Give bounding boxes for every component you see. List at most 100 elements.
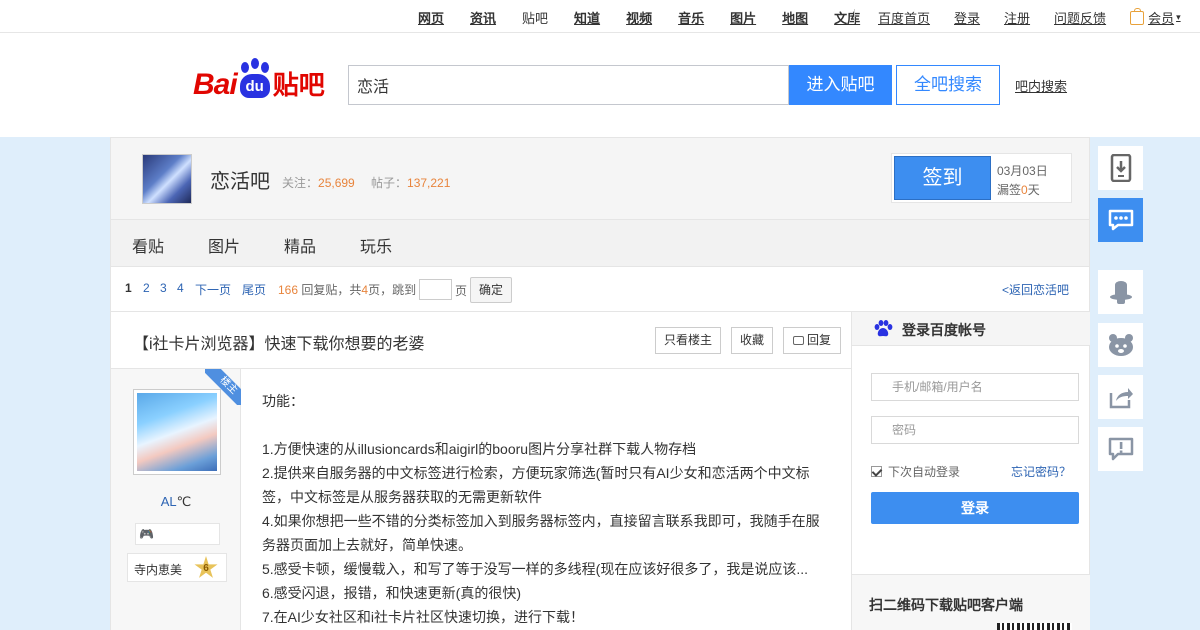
- miss-count: 0: [1021, 183, 1028, 197]
- remember-me[interactable]: 下次自动登录: [871, 463, 960, 480]
- follow-stat: 关注：25,699: [282, 174, 355, 191]
- page-unit: 页: [455, 284, 468, 298]
- post-container: 【i社卡片浏览器】快速下载你想要的老婆 只看楼主 收藏 回复 楼主 AL℃ 🎮 …: [110, 312, 851, 630]
- qr-download-area: 扫二维码下载贴吧客户端: [852, 574, 1090, 630]
- hat-icon: [1109, 281, 1132, 304]
- search-header: Bai du 贴吧 进入贴吧 全吧搜索 吧内搜索: [0, 34, 1200, 137]
- nav-divider: [854, 9, 855, 23]
- page-link-4[interactable]: 4: [177, 281, 184, 295]
- login-header: 登录百度帐号: [852, 312, 1090, 346]
- forum-name[interactable]: 恋活吧: [210, 165, 270, 194]
- message-button[interactable]: [1098, 198, 1143, 242]
- user-level[interactable]: 寺内恵美 6: [127, 553, 227, 582]
- posts-count: 137,221: [407, 176, 451, 190]
- content-line: [262, 413, 822, 437]
- top-nav-links: 网页 资讯 贴吧 知道 视频 音乐 图片 地图 文库: [405, 8, 873, 27]
- logo-tieba: 贴吧: [272, 70, 325, 100]
- nav-link-map[interactable]: 地图: [769, 8, 821, 27]
- vip-label: 会员: [1148, 11, 1175, 26]
- tab-fun[interactable]: 玩乐: [360, 233, 392, 257]
- jump-label: 页，跳到: [368, 283, 417, 297]
- message-icon: [1108, 209, 1133, 231]
- back-to-forum-link[interactable]: <返回恋活吧: [1002, 281, 1069, 298]
- baidu-tieba-logo[interactable]: Bai du 贴吧: [193, 56, 325, 102]
- content-line: 功能：: [262, 393, 304, 409]
- forum-tabs: 看贴 图片 精品 玩乐: [110, 220, 1090, 267]
- tab-images[interactable]: 图片: [208, 233, 240, 257]
- logo-du: du: [239, 74, 270, 98]
- paw-toe: [250, 58, 259, 69]
- pagination-bar: 1 2 3 4 下一页 尾页 166 回复贴，共4页，跳到 页 确定 <返回恋活…: [110, 267, 1090, 312]
- author-column: 楼主 AL℃ 🎮 寺内恵美 6: [111, 369, 241, 630]
- page-link-3[interactable]: 3: [160, 281, 167, 295]
- login-title: 登录百度帐号: [902, 322, 986, 338]
- page-current: 1: [125, 281, 132, 295]
- level-star-icon: 6: [194, 556, 218, 578]
- content-line: 6.感受闪退，报错，和快速更新(真的很快): [262, 585, 521, 601]
- download-app-button[interactable]: [1098, 146, 1143, 190]
- search-all-button[interactable]: 全吧搜索: [896, 65, 1000, 105]
- report-button[interactable]: [1098, 427, 1143, 471]
- remember-label: 下次自动登录: [888, 465, 961, 479]
- login-button[interactable]: 登录: [871, 492, 1079, 524]
- forum-avatar[interactable]: [142, 154, 192, 204]
- author-name-text: AL: [160, 494, 177, 509]
- posts-label: 帖子：: [371, 176, 408, 190]
- content-line: 2.提供来自服务器的中文标签进行检索，方便玩家筛选(暂时只有AI少女和恋活两个中…: [262, 465, 810, 505]
- password-field[interactable]: 密码: [871, 416, 1079, 444]
- avatar-image: [137, 393, 217, 471]
- search-input[interactable]: [348, 65, 789, 105]
- remember-checkbox[interactable]: [871, 466, 882, 477]
- missed-sign-days: 漏签0天: [997, 181, 1040, 198]
- nav-link-tieba[interactable]: 贴吧: [509, 8, 561, 27]
- last-page-link[interactable]: 尾页: [242, 281, 266, 298]
- follow-count: 25,699: [318, 176, 355, 190]
- share-icon: [1109, 388, 1133, 409]
- tieba-tool-button[interactable]: [1098, 270, 1143, 314]
- reply-info: 166 回复贴，共4页，跳到: [278, 281, 416, 298]
- vip-menu[interactable]: 会员 ▾: [1118, 7, 1193, 27]
- share-button[interactable]: [1098, 375, 1143, 419]
- collect-button[interactable]: 收藏: [731, 327, 773, 354]
- avatar-tool-button[interactable]: [1098, 323, 1143, 367]
- reply-button[interactable]: 回复: [783, 327, 841, 354]
- nav-link-images[interactable]: 图片: [717, 8, 769, 27]
- next-page-link[interactable]: 下一页: [195, 281, 231, 298]
- sign-in-button[interactable]: 签到: [894, 156, 991, 200]
- follow-label: 关注：: [282, 176, 319, 190]
- feedback-link[interactable]: 问题反馈: [1042, 8, 1118, 27]
- jump-page-input[interactable]: [419, 279, 452, 300]
- nav-link-music[interactable]: 音乐: [665, 8, 717, 27]
- sign-date: 03月03日: [997, 164, 1048, 178]
- page-link-2[interactable]: 2: [143, 281, 150, 295]
- qr-code: [997, 623, 1072, 630]
- nav-link-web[interactable]: 网页: [405, 8, 457, 27]
- tab-featured[interactable]: 精品: [284, 233, 316, 257]
- reply-icon: [792, 336, 804, 345]
- nav-link-video[interactable]: 视频: [613, 8, 665, 27]
- forgot-password-link[interactable]: 忘记密码？: [1011, 463, 1071, 480]
- chevron-down-icon: ▾: [1176, 12, 1181, 22]
- login-link[interactable]: 登录: [942, 8, 992, 27]
- paw-toe: [240, 62, 249, 73]
- only-op-button[interactable]: 只看楼主: [655, 327, 721, 354]
- reply-count: 166: [278, 283, 299, 297]
- baidu-paw-icon: [874, 320, 893, 337]
- nav-link-news[interactable]: 资讯: [457, 8, 509, 27]
- post-title: 【i社卡片浏览器】快速下载你想要的老婆: [133, 336, 425, 353]
- level-name: 寺内恵美: [134, 563, 183, 577]
- baidu-home-link[interactable]: 百度首页: [866, 8, 942, 27]
- posts-stat: 帖子：137,221: [371, 174, 450, 191]
- jump-confirm-button[interactable]: 确定: [470, 277, 512, 303]
- in-forum-search-link[interactable]: 吧内搜索: [1015, 76, 1067, 95]
- register-link[interactable]: 注册: [992, 8, 1042, 27]
- username-field[interactable]: 手机/邮箱/用户名: [871, 373, 1079, 401]
- gamepad-icon: 🎮: [139, 527, 154, 541]
- logo-bai: Bai: [193, 68, 238, 101]
- nav-link-zhidao[interactable]: 知道: [561, 8, 613, 27]
- tab-posts[interactable]: 看贴: [132, 233, 164, 257]
- author-name[interactable]: AL℃: [111, 494, 241, 510]
- miss-prefix: 漏签: [997, 183, 1022, 197]
- enter-tieba-button[interactable]: 进入贴吧: [789, 65, 892, 105]
- user-avatar[interactable]: [133, 389, 221, 475]
